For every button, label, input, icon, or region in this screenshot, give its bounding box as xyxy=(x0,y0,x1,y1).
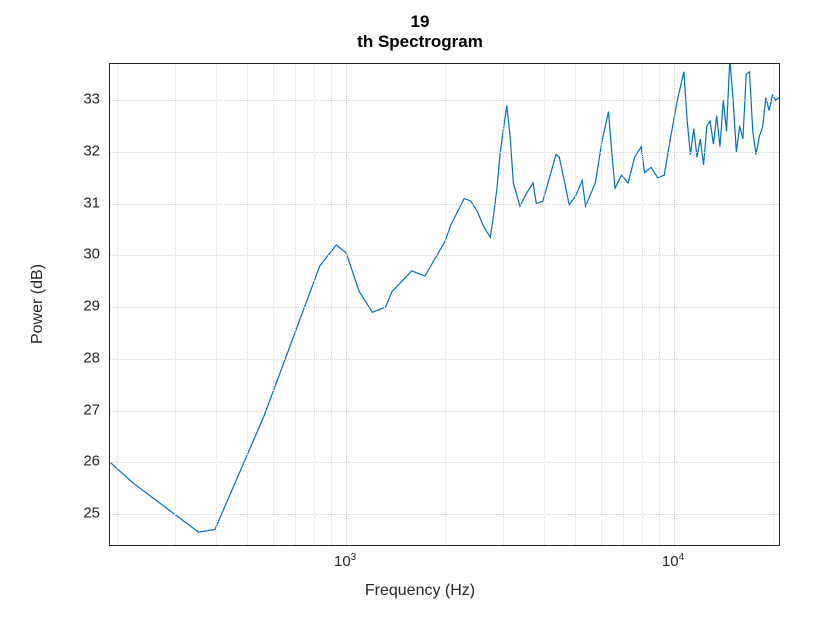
grid-line-v-minor xyxy=(575,64,576,545)
grid-line-v-minor xyxy=(117,64,118,545)
y-tick-label: 32 xyxy=(83,142,100,159)
figure: 19 th Spectrogram Frequency (Hz) Power (… xyxy=(0,0,840,630)
grid-line-v-minor xyxy=(175,64,176,545)
grid-line-v xyxy=(674,64,675,545)
x-axis-label: Frequency (Hz) xyxy=(0,582,840,600)
grid-line-v xyxy=(346,64,347,545)
grid-line-v-minor xyxy=(659,64,660,545)
y-axis-label: Power (dB) xyxy=(29,264,47,344)
y-tick-label: 26 xyxy=(83,453,100,470)
y-tick-label: 33 xyxy=(83,91,100,108)
grid-line-v-minor xyxy=(445,64,446,545)
x-tick-label: 104 xyxy=(662,552,684,570)
grid-line-v-minor xyxy=(544,64,545,545)
grid-line-v-minor xyxy=(773,64,774,545)
grid-line-v-minor xyxy=(331,64,332,545)
title-line-2: th Spectrogram xyxy=(357,32,483,51)
y-tick-label: 29 xyxy=(83,298,100,315)
plot-area xyxy=(109,63,780,546)
grid-line-v-minor xyxy=(623,64,624,545)
grid-line-v-minor xyxy=(601,64,602,545)
grid-line-v-minor xyxy=(314,64,315,545)
grid-line-v-minor xyxy=(216,64,217,545)
y-tick-label: 31 xyxy=(83,194,100,211)
chart-title: 19 th Spectrogram xyxy=(0,12,840,52)
grid-line-v-minor xyxy=(295,64,296,545)
title-line-1: 19 xyxy=(411,12,430,31)
grid-line-v-minor xyxy=(247,64,248,545)
y-tick-label: 27 xyxy=(83,401,100,418)
grid-line-v-minor xyxy=(642,64,643,545)
grid-line-v-minor xyxy=(503,64,504,545)
y-tick-label: 28 xyxy=(83,349,100,366)
y-tick-label: 30 xyxy=(83,246,100,263)
y-tick-label: 25 xyxy=(83,504,100,521)
x-tick-label: 103 xyxy=(334,552,356,570)
grid-line-v-minor xyxy=(273,64,274,545)
